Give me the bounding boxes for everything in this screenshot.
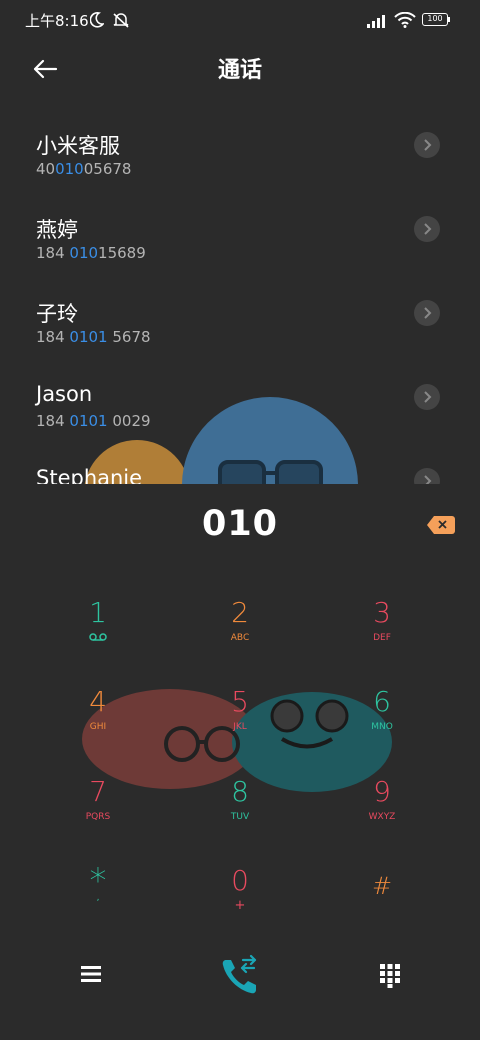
key-digit: 8: [231, 775, 249, 808]
voicemail-icon: [89, 633, 107, 641]
key-1[interactable]: 1: [28, 596, 168, 676]
phone-call-icon: [222, 954, 257, 994]
key-letters: WXYZ: [368, 812, 396, 822]
key-digit: #: [371, 872, 393, 900]
contact-number: 184 0101 5678: [36, 328, 151, 346]
key-9[interactable]: 9 WXYZ: [312, 775, 452, 855]
detail-button[interactable]: [414, 384, 440, 410]
contact-item[interactable]: 子玲 184 0101 5678: [0, 278, 480, 362]
header: 通话: [0, 40, 480, 100]
menu-button[interactable]: [78, 962, 104, 986]
call-button[interactable]: [218, 954, 262, 998]
contact-number: 4001005678: [36, 160, 132, 178]
detail-button[interactable]: [414, 216, 440, 242]
detail-button[interactable]: [414, 468, 440, 484]
backspace-button[interactable]: [426, 514, 456, 536]
contact-item[interactable]: Stephanie: [0, 446, 480, 484]
contact-name: Stephanie: [36, 466, 143, 484]
wifi-icon: [394, 12, 416, 28]
signal-icon: [367, 15, 385, 28]
contact-name: Jason: [36, 382, 93, 406]
key-2[interactable]: 2 ABC: [170, 596, 310, 676]
contact-item[interactable]: Jason 184 0101 0029: [0, 362, 480, 446]
contact-item[interactable]: 小米客服 4001005678: [0, 110, 480, 194]
key-digit: 1: [89, 596, 107, 629]
mute-bell-icon: [113, 13, 129, 28]
dial-input[interactable]: 010: [0, 504, 480, 544]
key-digit: 7: [89, 775, 107, 808]
key-letters: DEF: [373, 633, 391, 643]
contact-name: 小米客服: [36, 134, 120, 158]
status-time: 上午8:16: [25, 12, 89, 30]
chevron-right-icon: [424, 307, 432, 319]
contact-name: 燕婷: [36, 218, 78, 242]
detail-button[interactable]: [414, 300, 440, 326]
key-letters: ABC: [230, 633, 250, 643]
key-7[interactable]: 7 PQRS: [28, 775, 168, 855]
key-4[interactable]: 4 GHI: [28, 685, 168, 765]
battery-level: 100: [427, 14, 443, 23]
key-digit: 9: [373, 775, 391, 808]
contact-number: 184 0101 0029: [36, 412, 151, 430]
key-digit: 4: [89, 685, 107, 718]
key-8[interactable]: 8 TUV: [170, 775, 310, 855]
dialer-panel: 010 1 2 ABC 3 DEF 4 GHI 5 JKL 6 MNO 7 PQ…: [0, 484, 480, 1040]
backspace-icon: [427, 516, 455, 534]
page-title: 通话: [217, 58, 262, 83]
key-letters: PQRS: [85, 812, 111, 822]
key-letters: +: [234, 898, 246, 913]
dialpad-toggle-button[interactable]: [378, 962, 402, 988]
battery-tip: [448, 17, 450, 22]
key-digit: 0: [231, 864, 249, 897]
key-6[interactable]: 6 MNO: [312, 685, 452, 765]
menu-icon: [81, 966, 101, 982]
chevron-right-icon: [424, 223, 432, 235]
key-star[interactable]: * ,: [28, 864, 168, 944]
contact-list: 小米客服 4001005678 燕婷 184 01015689 子玲 184 0…: [0, 110, 480, 484]
battery-icon: 100: [422, 13, 448, 26]
key-letters: GHI: [89, 722, 107, 732]
key-digit: 3: [373, 596, 391, 629]
key-letters: MNO: [371, 722, 393, 732]
key-hash[interactable]: #: [312, 864, 452, 944]
key-letters: ,: [96, 893, 100, 903]
chevron-right-icon: [424, 391, 432, 403]
key-5[interactable]: 5 JKL: [170, 685, 310, 765]
contact-number: 184 01015689: [36, 244, 146, 262]
status-bar: 上午8:16 100: [0, 0, 480, 40]
key-letters: JKL: [233, 722, 247, 732]
key-0[interactable]: 0 +: [170, 864, 310, 944]
contact-name: 子玲: [36, 302, 78, 326]
chevron-right-icon: [424, 475, 432, 484]
moon-icon: [90, 12, 104, 28]
key-digit: 5: [231, 685, 249, 718]
detail-button[interactable]: [414, 132, 440, 158]
chevron-right-icon: [424, 139, 432, 151]
key-digit: 6: [373, 685, 391, 718]
key-digit: 2: [231, 596, 249, 629]
dialpad-icon: [380, 964, 400, 988]
key-letters: TUV: [230, 812, 250, 822]
contact-item[interactable]: 燕婷 184 01015689: [0, 194, 480, 278]
key-3[interactable]: 3 DEF: [312, 596, 452, 676]
